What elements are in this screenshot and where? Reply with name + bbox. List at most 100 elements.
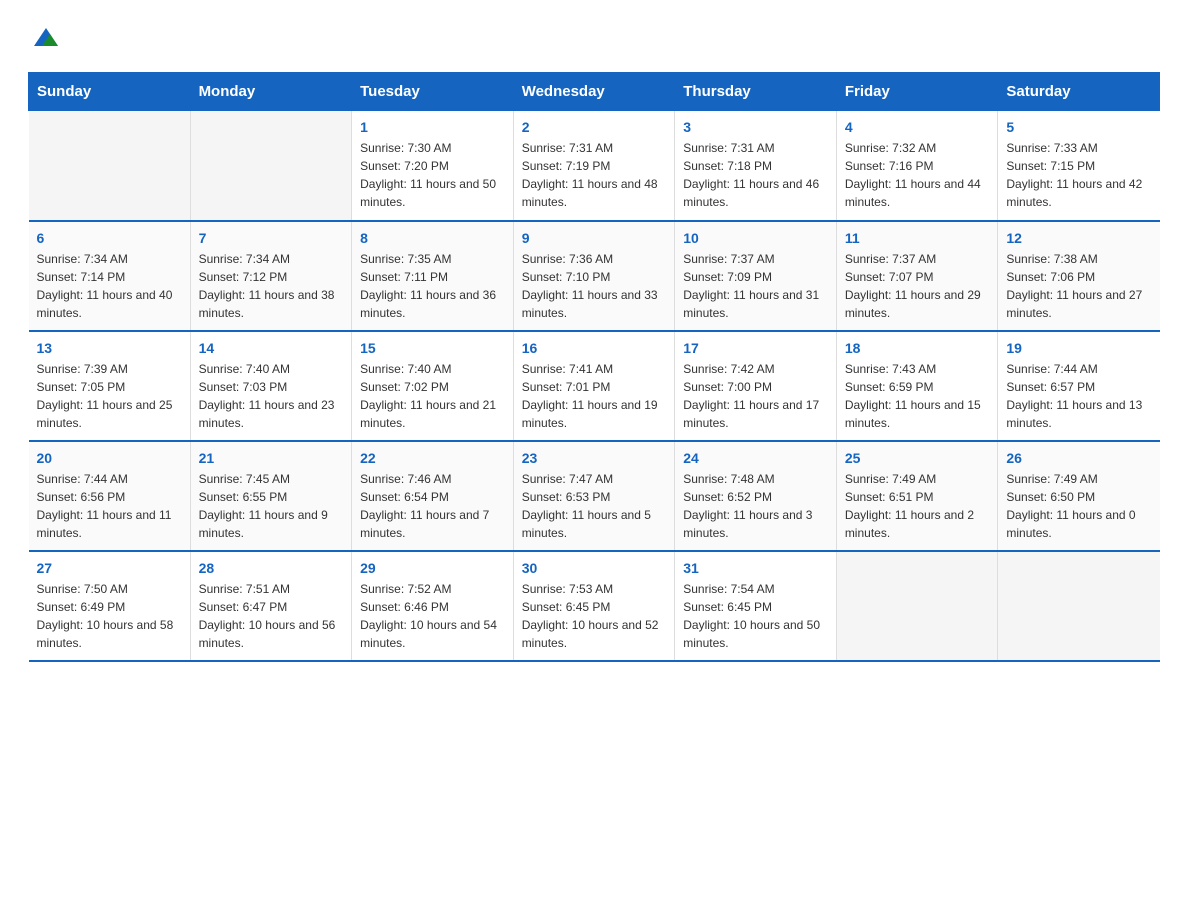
header-cell-sunday: Sunday [29, 73, 191, 111]
calendar-cell [836, 551, 998, 661]
day-info: Sunrise: 7:37 AMSunset: 7:07 PMDaylight:… [845, 250, 990, 322]
calendar-cell: 1 Sunrise: 7:30 AMSunset: 7:20 PMDaylight… [352, 111, 514, 221]
day-number: 7 [199, 230, 344, 246]
calendar-week-row: 1 Sunrise: 7:30 AMSunset: 7:20 PMDaylight… [29, 111, 1160, 221]
day-info: Sunrise: 7:39 AMSunset: 7:05 PMDaylight:… [37, 360, 182, 432]
header-cell-thursday: Thursday [675, 73, 837, 111]
calendar-week-row: 13 Sunrise: 7:39 AMSunset: 7:05 PMDayligh… [29, 331, 1160, 441]
logo-triangle-icon [32, 24, 60, 52]
day-info: Sunrise: 7:33 AMSunset: 7:15 PMDaylight:… [1006, 139, 1151, 211]
calendar-cell [29, 111, 191, 221]
calendar-cell: 18 Sunrise: 7:43 AMSunset: 6:59 PMDayligh… [836, 331, 998, 441]
calendar-cell: 6 Sunrise: 7:34 AMSunset: 7:14 PMDaylight… [29, 221, 191, 331]
day-number: 8 [360, 230, 505, 246]
day-number: 21 [199, 450, 344, 466]
day-number: 5 [1006, 119, 1151, 135]
day-info: Sunrise: 7:48 AMSunset: 6:52 PMDaylight:… [683, 470, 828, 542]
calendar-cell: 8 Sunrise: 7:35 AMSunset: 7:11 PMDaylight… [352, 221, 514, 331]
day-info: Sunrise: 7:41 AMSunset: 7:01 PMDaylight:… [522, 360, 667, 432]
calendar-cell: 21 Sunrise: 7:45 AMSunset: 6:55 PMDayligh… [190, 441, 352, 551]
calendar-cell: 7 Sunrise: 7:34 AMSunset: 7:12 PMDaylight… [190, 221, 352, 331]
day-info: Sunrise: 7:32 AMSunset: 7:16 PMDaylight:… [845, 139, 990, 211]
calendar-week-row: 20 Sunrise: 7:44 AMSunset: 6:56 PMDayligh… [29, 441, 1160, 551]
calendar-cell: 14 Sunrise: 7:40 AMSunset: 7:03 PMDayligh… [190, 331, 352, 441]
calendar-cell: 4 Sunrise: 7:32 AMSunset: 7:16 PMDaylight… [836, 111, 998, 221]
day-number: 28 [199, 560, 344, 576]
day-info: Sunrise: 7:54 AMSunset: 6:45 PMDaylight:… [683, 580, 828, 652]
day-number: 6 [37, 230, 182, 246]
day-info: Sunrise: 7:49 AMSunset: 6:50 PMDaylight:… [1006, 470, 1151, 542]
calendar-cell: 3 Sunrise: 7:31 AMSunset: 7:18 PMDaylight… [675, 111, 837, 221]
calendar-cell: 10Sunrise: 7:37 AMSunset: 7:09 PMDayligh… [675, 221, 837, 331]
day-number: 16 [522, 340, 667, 356]
calendar-cell: 2 Sunrise: 7:31 AMSunset: 7:19 PMDaylight… [513, 111, 675, 221]
day-info: Sunrise: 7:40 AMSunset: 7:03 PMDaylight:… [199, 360, 344, 432]
day-info: Sunrise: 7:51 AMSunset: 6:47 PMDaylight:… [199, 580, 344, 652]
day-info: Sunrise: 7:44 AMSunset: 6:56 PMDaylight:… [37, 470, 182, 542]
calendar-cell: 22 Sunrise: 7:46 AMSunset: 6:54 PMDayligh… [352, 441, 514, 551]
calendar-cell: 20 Sunrise: 7:44 AMSunset: 6:56 PMDayligh… [29, 441, 191, 551]
header-cell-monday: Monday [190, 73, 352, 111]
calendar-cell: 19Sunrise: 7:44 AMSunset: 6:57 PMDayligh… [998, 331, 1160, 441]
calendar-cell: 5 Sunrise: 7:33 AMSunset: 7:15 PMDaylight… [998, 111, 1160, 221]
day-number: 4 [845, 119, 990, 135]
day-number: 9 [522, 230, 667, 246]
day-info: Sunrise: 7:42 AMSunset: 7:00 PMDaylight:… [683, 360, 828, 432]
calendar-cell: 15 Sunrise: 7:40 AMSunset: 7:02 PMDayligh… [352, 331, 514, 441]
calendar-cell: 28 Sunrise: 7:51 AMSunset: 6:47 PMDayligh… [190, 551, 352, 661]
day-info: Sunrise: 7:35 AMSunset: 7:11 PMDaylight:… [360, 250, 505, 322]
calendar-table: SundayMondayTuesdayWednesdayThursdayFrid… [28, 72, 1160, 662]
day-number: 13 [37, 340, 182, 356]
calendar-header-row: SundayMondayTuesdayWednesdayThursdayFrid… [29, 73, 1160, 111]
day-info: Sunrise: 7:43 AMSunset: 6:59 PMDaylight:… [845, 360, 990, 432]
day-info: Sunrise: 7:46 AMSunset: 6:54 PMDaylight:… [360, 470, 505, 542]
day-number: 26 [1006, 450, 1151, 466]
day-number: 11 [845, 230, 990, 246]
calendar-cell: 24Sunrise: 7:48 AMSunset: 6:52 PMDayligh… [675, 441, 837, 551]
day-info: Sunrise: 7:47 AMSunset: 6:53 PMDaylight:… [522, 470, 667, 542]
day-info: Sunrise: 7:45 AMSunset: 6:55 PMDaylight:… [199, 470, 344, 542]
day-number: 27 [37, 560, 182, 576]
day-number: 15 [360, 340, 505, 356]
day-info: Sunrise: 7:52 AMSunset: 6:46 PMDaylight:… [360, 580, 505, 652]
calendar-cell: 23 Sunrise: 7:47 AMSunset: 6:53 PMDayligh… [513, 441, 675, 551]
day-number: 29 [360, 560, 505, 576]
calendar-cell: 11 Sunrise: 7:37 AMSunset: 7:07 PMDayligh… [836, 221, 998, 331]
day-number: 14 [199, 340, 344, 356]
day-number: 23 [522, 450, 667, 466]
day-number: 18 [845, 340, 990, 356]
day-number: 17 [683, 340, 828, 356]
day-number: 22 [360, 450, 505, 466]
calendar-cell: 16 Sunrise: 7:41 AMSunset: 7:01 PMDayligh… [513, 331, 675, 441]
day-info: Sunrise: 7:34 AMSunset: 7:12 PMDaylight:… [199, 250, 344, 322]
logo [28, 24, 60, 52]
calendar-cell: 25 Sunrise: 7:49 AMSunset: 6:51 PMDayligh… [836, 441, 998, 551]
day-number: 2 [522, 119, 667, 135]
day-number: 3 [683, 119, 828, 135]
calendar-cell: 30 Sunrise: 7:53 AMSunset: 6:45 PMDayligh… [513, 551, 675, 661]
day-info: Sunrise: 7:31 AMSunset: 7:18 PMDaylight:… [683, 139, 828, 211]
calendar-cell: 27 Sunrise: 7:50 AMSunset: 6:49 PMDayligh… [29, 551, 191, 661]
day-number: 19 [1006, 340, 1151, 356]
header-cell-friday: Friday [836, 73, 998, 111]
calendar-cell: 29 Sunrise: 7:52 AMSunset: 6:46 PMDayligh… [352, 551, 514, 661]
day-info: Sunrise: 7:38 AMSunset: 7:06 PMDaylight:… [1006, 250, 1151, 322]
day-info: Sunrise: 7:53 AMSunset: 6:45 PMDaylight:… [522, 580, 667, 652]
page-header [28, 24, 1160, 52]
day-info: Sunrise: 7:50 AMSunset: 6:49 PMDaylight:… [37, 580, 182, 652]
day-info: Sunrise: 7:31 AMSunset: 7:19 PMDaylight:… [522, 139, 667, 211]
calendar-cell [190, 111, 352, 221]
day-number: 30 [522, 560, 667, 576]
day-number: 25 [845, 450, 990, 466]
day-info: Sunrise: 7:40 AMSunset: 7:02 PMDaylight:… [360, 360, 505, 432]
day-number: 1 [360, 119, 505, 135]
calendar-cell: 12Sunrise: 7:38 AMSunset: 7:06 PMDayligh… [998, 221, 1160, 331]
day-info: Sunrise: 7:34 AMSunset: 7:14 PMDaylight:… [37, 250, 182, 322]
calendar-cell [998, 551, 1160, 661]
calendar-cell: 31Sunrise: 7:54 AMSunset: 6:45 PMDayligh… [675, 551, 837, 661]
day-info: Sunrise: 7:30 AMSunset: 7:20 PMDaylight:… [360, 139, 505, 211]
day-info: Sunrise: 7:49 AMSunset: 6:51 PMDaylight:… [845, 470, 990, 542]
calendar-cell: 9Sunrise: 7:36 AMSunset: 7:10 PMDaylight… [513, 221, 675, 331]
day-number: 20 [37, 450, 182, 466]
calendar-week-row: 6 Sunrise: 7:34 AMSunset: 7:14 PMDaylight… [29, 221, 1160, 331]
